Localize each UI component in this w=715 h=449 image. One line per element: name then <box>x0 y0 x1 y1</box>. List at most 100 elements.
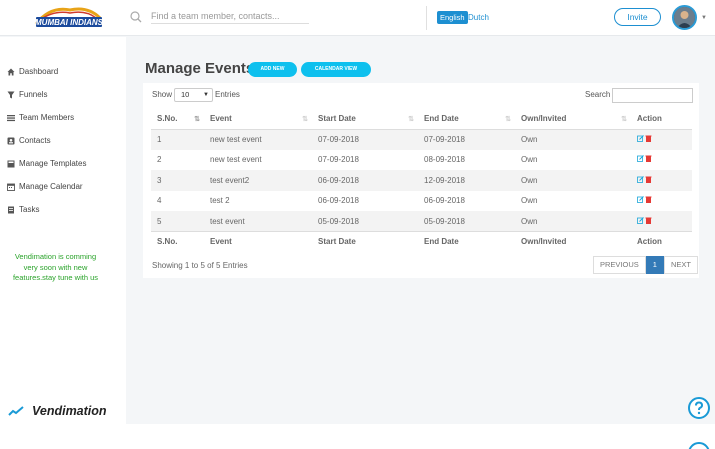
column-header-start-date[interactable]: Start Date ⇅ <box>312 109 418 130</box>
delete-icon[interactable] <box>645 135 652 142</box>
cell-own-invited: Own <box>521 196 538 206</box>
footer-gap <box>126 414 715 424</box>
cell-sno: 2 <box>157 155 162 165</box>
sidebar-item-label: Tasks <box>19 205 40 214</box>
cell-start-date: 06-09-2018 <box>312 170 418 191</box>
help-icon[interactable] <box>687 441 711 449</box>
sidebar-item-tasks[interactable]: Tasks <box>7 198 86 221</box>
template-icon <box>7 160 15 167</box>
cell-own-invited: Own <box>515 129 631 150</box>
edit-icon[interactable] <box>637 196 644 204</box>
edit-icon[interactable] <box>637 135 644 142</box>
cell-sno: 1 <box>151 129 204 150</box>
column-header-action: Action <box>631 109 692 130</box>
table-search-input[interactable] <box>612 88 693 103</box>
sidebar-item-label: Contacts <box>19 136 51 145</box>
pagination-next[interactable]: NEXT <box>663 256 698 274</box>
column-header-event[interactable]: Event ⇅ <box>204 109 312 130</box>
funnel-icon <box>7 91 15 98</box>
cell-start-date: 06-09-2018 <box>318 196 359 206</box>
search-input[interactable] <box>151 8 309 24</box>
cell-end-date: 08-09-2018 <box>424 155 465 165</box>
sidebar-item-dashboard[interactable]: Dashboard <box>7 60 86 83</box>
cell-start-date: 07-09-2018 <box>312 129 418 150</box>
mumbai-indians-logo[interactable]: MUMBAI INDIANS <box>30 4 106 30</box>
footer-end-date: End Date <box>418 231 515 252</box>
sort-icon: ⇅ <box>505 116 511 123</box>
brand[interactable]: Vendimation <box>8 404 107 418</box>
cell-event: test 2 <box>210 196 230 206</box>
contact-card-icon <box>7 137 15 144</box>
delete-icon[interactable] <box>645 155 652 163</box>
events-table: S.No. ⇅ Event ⇅ Start Date ⇅ End Date ⇅ Own/… <box>151 109 692 252</box>
sidebar-item-contacts[interactable]: Contacts <box>7 129 86 152</box>
chevron-down-icon[interactable]: ▼ <box>701 15 707 21</box>
sort-icon: ⇅ <box>621 116 627 123</box>
cell-start-date: 05-09-2018 <box>312 211 418 232</box>
sidebar-item-manage-calendar[interactable]: Manage Calendar <box>7 175 86 198</box>
sidebar-item-label: Manage Calendar <box>19 182 83 191</box>
invite-button[interactable]: Invite <box>614 8 661 26</box>
cell-event: new test event <box>210 155 262 165</box>
cell-own-invited: Own <box>515 170 631 191</box>
pagination-previous[interactable]: PREVIOUS <box>593 256 646 274</box>
table-row: 5 test event 05-09-2018 05-09-2018 Own <box>151 211 692 232</box>
avatar[interactable] <box>672 5 697 30</box>
footer-own-invited: Own/Invited <box>515 231 631 252</box>
table-row: 4 test 2 06-09-2018 06-09-2018 Own <box>151 191 692 212</box>
entries-label: Entries <box>215 90 240 99</box>
sidebar-item-label: Funnels <box>19 90 48 99</box>
pagination-page-1[interactable]: 1 <box>645 256 664 274</box>
cell-sno: 5 <box>151 211 204 232</box>
cell-sno: 3 <box>151 170 204 191</box>
footer-panel <box>126 424 715 449</box>
edit-icon[interactable] <box>637 155 644 163</box>
brand-name: Vendimation <box>32 404 107 418</box>
top-header: MUMBAI INDIANS English Dutch Invite ▼ <box>0 0 715 36</box>
cell-action <box>631 129 692 150</box>
cell-own-invited: Own <box>521 155 538 165</box>
sidebar-item-team-members[interactable]: Team Members <box>7 106 86 129</box>
cell-event: test event <box>204 211 312 232</box>
sidebar-item-funnels[interactable]: Funnels <box>7 83 86 106</box>
task-icon <box>8 206 14 213</box>
table-info: Showing 1 to 5 of 5 Entries <box>152 261 248 270</box>
column-header-own-invited[interactable]: Own/Invited ⇅ <box>515 109 631 130</box>
cell-action <box>631 191 692 212</box>
cell-end-date: 07-09-2018 <box>418 129 515 150</box>
sidebar-item-label: Team Members <box>19 113 75 122</box>
lang-dutch-toggle[interactable]: Dutch <box>468 11 489 24</box>
cell-action <box>631 170 692 191</box>
edit-icon[interactable] <box>637 216 644 224</box>
calendar-icon <box>7 183 15 191</box>
trend-icon <box>8 406 24 416</box>
column-header-end-date[interactable]: End Date ⇅ <box>418 109 515 130</box>
cell-event: test event2 <box>204 170 312 191</box>
search-icon <box>130 11 142 23</box>
calendar-view-button[interactable]: CALENDAR VIEW <box>301 62 371 77</box>
cell-start-date: 07-09-2018 <box>318 155 359 165</box>
footer-start-date: Start Date <box>312 231 418 252</box>
cell-end-date: 12-09-2018 <box>418 170 515 191</box>
delete-icon[interactable] <box>645 196 652 204</box>
cell-end-date: 05-09-2018 <box>418 211 515 232</box>
sidebar-item-label: Dashboard <box>19 67 59 76</box>
table-row: 3 test event2 06-09-2018 12-09-2018 Own <box>151 170 692 191</box>
delete-icon[interactable] <box>645 217 652 224</box>
help-icon[interactable] <box>687 396 711 420</box>
home-icon <box>7 68 15 75</box>
edit-icon[interactable] <box>637 175 644 183</box>
delete-icon[interactable] <box>645 176 652 183</box>
cell-action <box>631 211 692 232</box>
lang-english-toggle[interactable]: English <box>437 11 468 24</box>
entries-select-value: 10 <box>181 90 190 99</box>
add-new-button[interactable]: ADD NEW <box>248 62 297 77</box>
column-header-sno[interactable]: S.No. ⇅ <box>151 109 204 130</box>
sidebar-item-manage-templates[interactable]: Manage Templates <box>7 152 86 175</box>
table-footer-row: S.No. Event Start Date End Date Own/Invi… <box>151 231 692 252</box>
entries-select[interactable]: 10 ▼ <box>174 88 213 102</box>
table-row: 1 new test event 07-09-2018 07-09-2018 O… <box>151 129 692 150</box>
pagination: PREVIOUS 1 NEXT <box>593 256 698 274</box>
page-title: Manage Events <box>145 60 255 77</box>
footer-sno: S.No. <box>151 231 204 252</box>
